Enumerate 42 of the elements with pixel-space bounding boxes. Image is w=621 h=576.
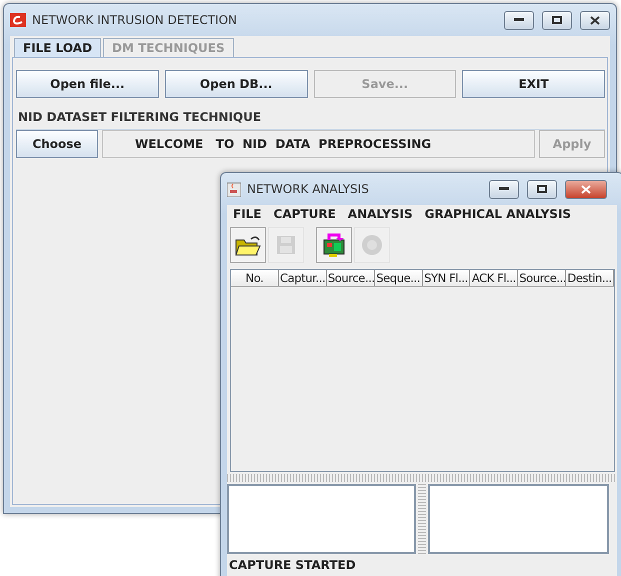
- action-button[interactable]: EXIT: [462, 70, 605, 98]
- maximize-button[interactable]: [527, 180, 557, 198]
- folder-icon: [235, 234, 261, 256]
- menu-item[interactable]: CAPTURE: [274, 207, 336, 221]
- network-card-icon: [321, 232, 347, 258]
- menu-item[interactable]: GRAPHICAL ANALYSIS: [424, 207, 572, 221]
- toolbar-button[interactable]: [230, 227, 266, 263]
- column-header[interactable]: No.: [231, 270, 279, 286]
- status-text: CAPTURE STARTED: [228, 557, 357, 574]
- maximize-button[interactable]: [542, 10, 572, 30]
- column-header[interactable]: Seque...: [374, 270, 423, 286]
- close-icon: [581, 184, 591, 194]
- minimize-icon: [514, 18, 524, 22]
- splitter-handle[interactable]: [227, 474, 617, 482]
- column-header[interactable]: Source...: [326, 270, 375, 286]
- close-icon: [590, 16, 600, 24]
- window-title: NETWORK INTRUSION DETECTION: [32, 13, 238, 27]
- column-header[interactable]: Source...: [518, 270, 566, 286]
- column-header[interactable]: Captur...: [279, 270, 327, 286]
- splitter-handle[interactable]: [418, 484, 426, 554]
- text-area[interactable]: [227, 484, 416, 554]
- welcome-message: WELCOME TO NID DATA PREPROCESSING: [102, 130, 535, 158]
- window-title: NETWORK ANALYSIS: [247, 182, 370, 196]
- app-logo-icon: [10, 13, 26, 27]
- tab[interactable]: FILE LOAD: [14, 38, 102, 57]
- choose-button[interactable]: Choose: [16, 130, 98, 158]
- minimize-button[interactable]: [504, 10, 534, 30]
- action-button[interactable]: Open DB...: [164, 70, 308, 98]
- menu-item[interactable]: ANALYSIS: [348, 207, 413, 221]
- minimize-icon: [499, 187, 509, 191]
- minimize-button[interactable]: [489, 180, 519, 198]
- text-area[interactable]: [428, 484, 609, 554]
- column-header[interactable]: SYN Fl...: [422, 270, 470, 286]
- column-header[interactable]: Destin...: [566, 270, 614, 286]
- close-button[interactable]: [580, 10, 610, 30]
- maximize-icon: [552, 16, 562, 24]
- maximize-icon: [537, 185, 547, 193]
- menu-item[interactable]: FILE: [233, 207, 262, 221]
- group-title: NID DATASET FILTERING TECHNIQUE: [18, 110, 262, 124]
- action-button[interactable]: Open file...: [16, 70, 159, 98]
- toolbar-button[interactable]: [316, 227, 352, 263]
- column-header[interactable]: ACK Fl...: [470, 270, 518, 286]
